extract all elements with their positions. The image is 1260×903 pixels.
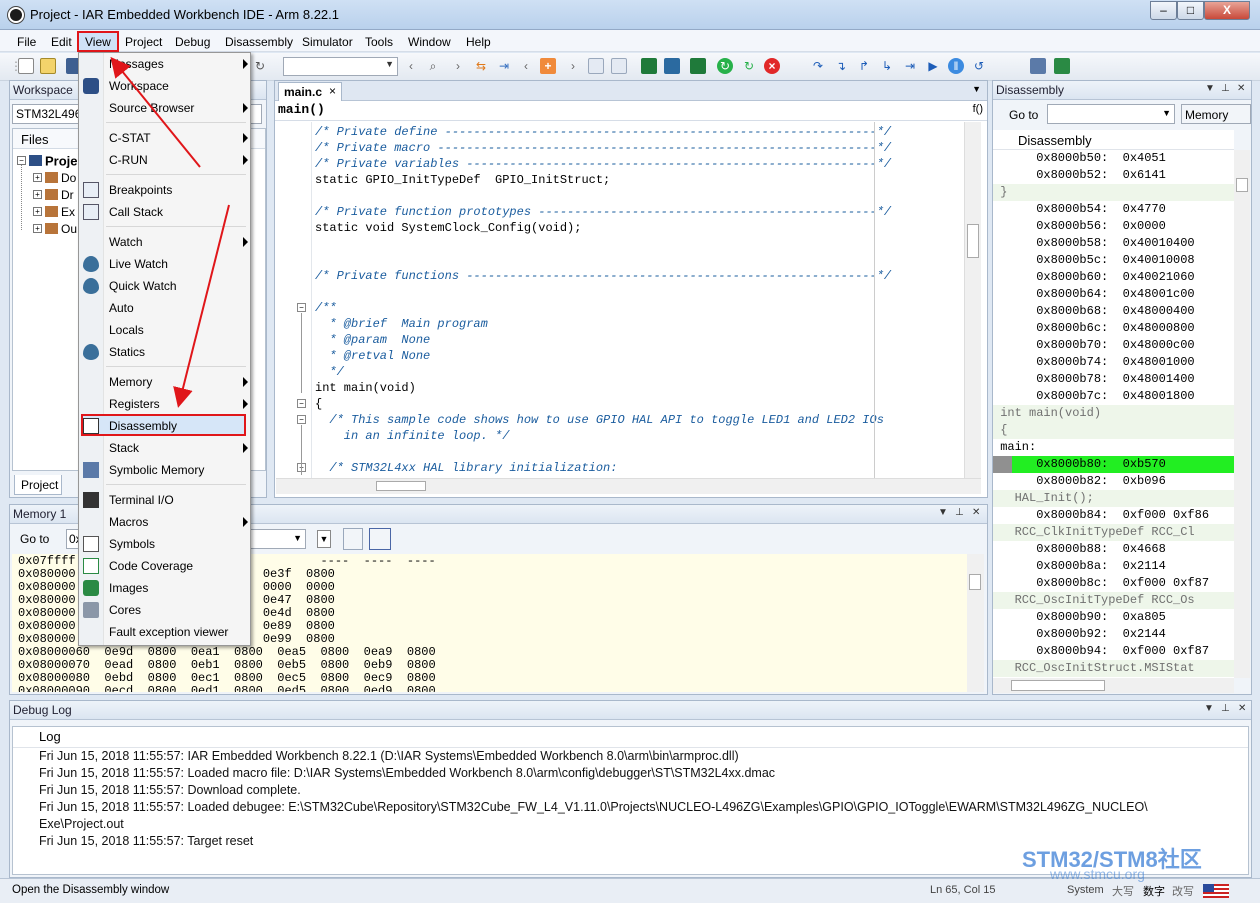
current-pc-marker <box>993 456 1012 473</box>
arrow-to-view-menu <box>110 56 201 168</box>
annotation-arrows <box>110 56 230 408</box>
arrow-to-disassembly-item <box>173 204 230 408</box>
